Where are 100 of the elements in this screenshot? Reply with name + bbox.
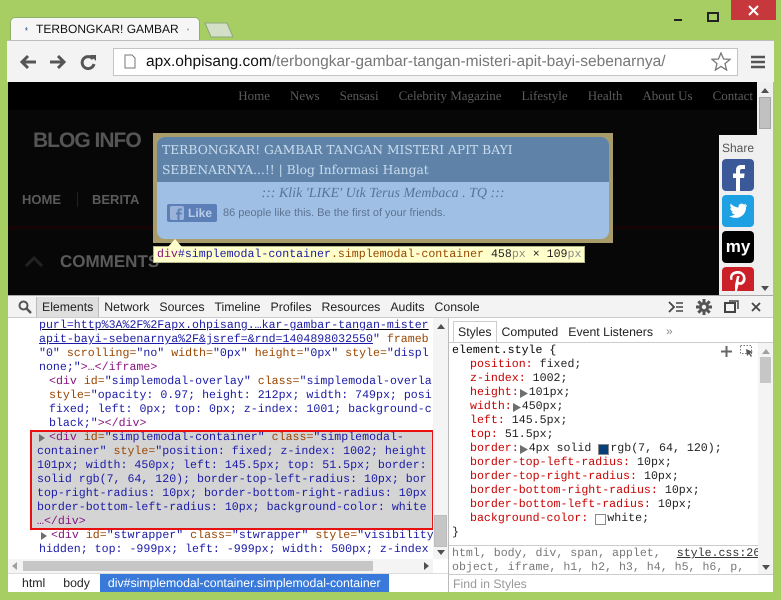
- dom-node[interactable]: <div id="simplemodal-overlay" class="simplemodal-overla style="opacity: 0.97; height: 212px; width: 749px; posi fixed; left: 0px; top: 0px; z-index: 1001; background-c black;"></div>: [8, 375, 433, 431]
- dom-node[interactable]: purl=http%3A%2F%2Fapx.ohpisang.…kar-gambar-tangan-mister apit-bayi-sebenarnya%2F&jsref=&rnd=1404898032550" frameb "0" scrolling="no" width="0px" height="0px" style="displ none;">…</iframe>: [8, 319, 433, 375]
- scroll-down-icon[interactable]: [436, 550, 444, 556]
- modal-title: TERBONGKAR! GAMBAR TANGAN MISTERI APIT BAYI SEBENARNYA...!! | Blog Informasi Hangat: [157, 137, 609, 182]
- breadcrumb[interactable]: html: [14, 574, 54, 592]
- code-line: apit-bayi-sebenarnya%2F&jsref=&rnd=1404898032550" frameb: [39, 333, 430, 347]
- devtools-tab[interactable]: Audits: [385, 296, 430, 316]
- devtools-tab[interactable]: Elements: [36, 296, 100, 316]
- rule-selector: html, body, div, span, applet,: [452, 547, 661, 561]
- devtools-tab[interactable]: Network: [99, 296, 154, 316]
- breadcrumb[interactable]: body: [55, 574, 98, 592]
- sidebar-tab[interactable]: Styles: [453, 321, 496, 342]
- code-line: style="opacity: 0.97; height: 212px; width: 749px; posi: [49, 389, 433, 403]
- scrollbar-thumb[interactable]: [434, 515, 447, 548]
- property-name: border:: [470, 442, 519, 456]
- expand-arrow-icon[interactable]: [512, 402, 521, 412]
- scroll-down-icon[interactable]: [762, 565, 770, 570]
- code-line: solid rgb(7, 64, 120); border-top-left-radius: 10px; bor: [37, 473, 428, 487]
- scrollbar-thumb[interactable]: [760, 357, 771, 383]
- breadcrumb[interactable]: div#simplemodal-container.simplemodal-container: [100, 574, 389, 592]
- expand-arrow-icon[interactable]: [520, 444, 528, 454]
- code-line: hidden; top: -999px; left: -999px; width: 500px; z-index: [39, 543, 430, 557]
- property-name: left:: [470, 414, 505, 428]
- property-name: z-index:: [470, 372, 526, 386]
- facebook-f-icon: [170, 206, 184, 220]
- scrollbar-thumb[interactable]: [759, 97, 771, 129]
- devtools-tab[interactable]: Profiles: [266, 296, 317, 316]
- code-line: black;"></div>: [49, 417, 148, 431]
- find-in-styles-field[interactable]: Find in Styles: [449, 574, 773, 592]
- property-value: 101px;: [528, 386, 570, 400]
- scroll-right-icon[interactable]: [424, 562, 429, 570]
- scroll-down-icon[interactable]: [761, 286, 769, 291]
- twitter-share-button[interactable]: [722, 195, 754, 227]
- code-line: top-right-radius: 10px; border-bottom-right-radius: 10px: [37, 487, 428, 501]
- myspace-share-button[interactable]: my: [722, 231, 754, 263]
- expand-arrow-icon[interactable]: [520, 388, 528, 398]
- devtools-tab[interactable]: Resources: [316, 296, 386, 316]
- pinterest-share-button[interactable]: [722, 267, 754, 291]
- devtools-tab[interactable]: Console: [430, 296, 485, 316]
- forward-arrow-icon[interactable]: [49, 54, 67, 70]
- code-line: <div id="simplemodal-container" class="simplemodal-: [37, 431, 433, 445]
- horizontal-scrollbar[interactable]: [8, 559, 433, 573]
- element-picker-icon[interactable]: [740, 345, 754, 357]
- property-value: 10px;: [664, 484, 700, 498]
- code-link[interactable]: apit-bayi-sebenarnya%2F&jsref=&rnd=1404898032550: [39, 333, 373, 347]
- code-line: "0" scrolling="no" width="0px" height="0px" style="displ: [39, 347, 430, 361]
- scroll-up-icon[interactable]: [761, 88, 769, 93]
- page-scrollbar[interactable]: [757, 82, 773, 295]
- dock-icon[interactable]: [724, 300, 739, 313]
- property-name: border-bottom-left-radius:: [470, 498, 651, 512]
- sidebar-tab[interactable]: Event Listeners: [563, 321, 658, 342]
- code-line: container" style="position: fixed; z-index: 1002; height: [37, 445, 428, 459]
- facebook-share-button[interactable]: [722, 159, 754, 191]
- property-value: 10px;: [636, 456, 672, 470]
- reload-icon[interactable]: [79, 52, 97, 70]
- property-name: border-top-right-radius:: [470, 470, 637, 484]
- scroll-up-icon[interactable]: [436, 324, 444, 329]
- code-line: 101px; width: 450px; left: 145.5px; top: 51.5px; border:: [37, 459, 428, 473]
- plus-icon[interactable]: [721, 346, 732, 356]
- source-link[interactable]: style.css:26: [676, 547, 760, 561]
- styles-scrollbar[interactable]: [758, 343, 773, 574]
- console-drawer-icon[interactable]: [668, 300, 684, 312]
- code-line: none;">…</iframe>: [39, 361, 158, 375]
- close-icon[interactable]: [751, 302, 761, 312]
- maximize-icon[interactable]: [707, 12, 719, 22]
- expand-arrow-icon[interactable]: [40, 532, 48, 540]
- browser-tab[interactable]: TERBONGKAR! GAMBAR: [10, 17, 200, 40]
- like-count-text: 86 people like this. Be the first of your friends.: [223, 207, 446, 219]
- back-arrow-icon[interactable]: [19, 54, 37, 70]
- property-value: 51.5px;: [504, 428, 554, 442]
- devtools-tab[interactable]: Timeline: [210, 296, 266, 316]
- close-window-button[interactable]: [731, 0, 776, 20]
- code-line: <div id="stwrapper" class="stwrapper" style="visibility: [39, 529, 433, 543]
- property-name: position:: [470, 358, 533, 372]
- code-line: <div id="simplemodal-overlay" class="simplemodal-overla: [49, 375, 433, 389]
- menu-icon[interactable]: [750, 54, 766, 68]
- more-tabs-button[interactable]: »: [658, 324, 673, 342]
- color-swatch[interactable]: [595, 514, 606, 524]
- color-swatch[interactable]: [598, 444, 610, 454]
- page-icon: [124, 54, 136, 69]
- scrollbar-thumb[interactable]: [23, 561, 373, 572]
- property-value: fixed;: [538, 358, 582, 372]
- property-value: 10px;: [642, 470, 679, 484]
- address-bar[interactable]: apx.ohpisang.com/terbongkar-gambar-tangan-misteri-apit-bayi-sebenarnya/: [113, 48, 738, 76]
- code-line: …</div>: [37, 515, 87, 529]
- code-scrollbar[interactable]: [433, 318, 448, 560]
- settings-icon[interactable]: [696, 298, 712, 314]
- property-value: 4px solid: [528, 442, 592, 456]
- search-icon[interactable]: [18, 300, 32, 314]
- property-value: 1002;: [532, 372, 568, 386]
- expand-arrow-icon[interactable]: [38, 434, 46, 442]
- devtools-tab[interactable]: Sources: [154, 296, 210, 316]
- blog-title: BLOG INFO: [33, 129, 141, 153]
- dom-node[interactable]: <div id="stwrapper" class="stwrapper" style="visibility hidden; top: -999px; left: -999px; width: 500px; z-index: [8, 529, 433, 557]
- code-link[interactable]: purl=http%3A%2F%2Fapx.ohpisang.…kar-gambar-tangan-mister: [39, 319, 433, 333]
- dom-node[interactable]: [31, 431, 433, 529]
- star-icon[interactable]: [711, 52, 731, 71]
- property-name: border-top-left-radius:: [470, 456, 630, 470]
- sidebar-tab[interactable]: Computed: [496, 321, 564, 342]
- property-name: width:: [470, 400, 512, 414]
